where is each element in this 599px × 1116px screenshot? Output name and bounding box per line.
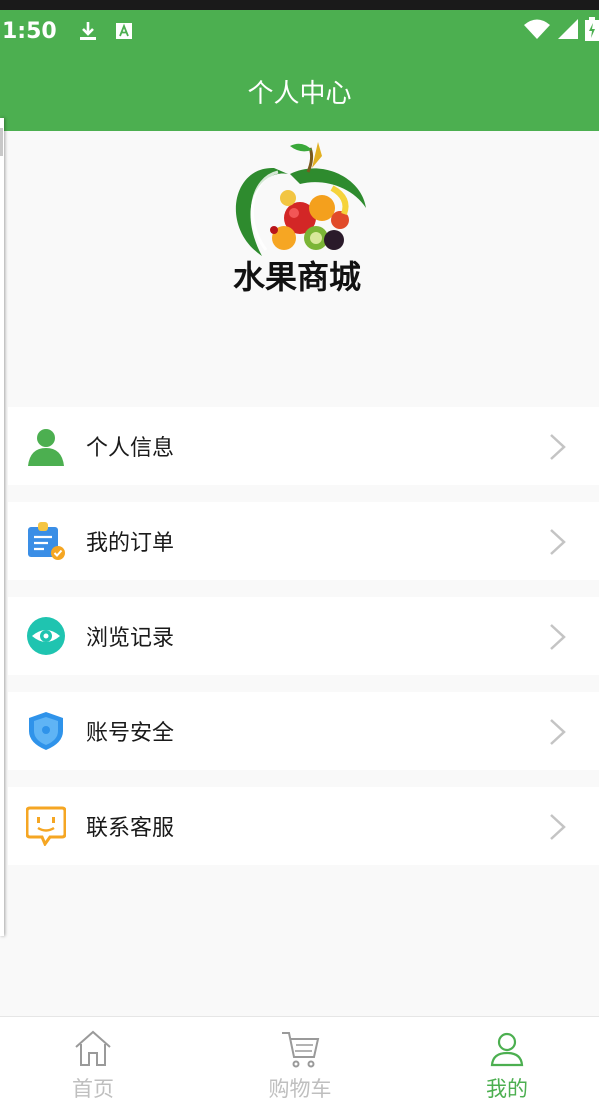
a-badge-icon (115, 22, 133, 40)
status-bar: 1:50 (0, 10, 599, 52)
tab-cart[interactable]: 购物车 (240, 1017, 360, 1116)
tab-label: 首页 (72, 1077, 114, 1101)
menu-item-label: 个人信息 (86, 436, 175, 461)
chevron-right-icon (545, 813, 569, 841)
signal-icon (557, 18, 579, 44)
menu-item-label: 浏览记录 (86, 626, 175, 651)
chevron-right-icon (545, 528, 569, 556)
tab-label: 购物车 (268, 1077, 332, 1101)
cart-icon (280, 1029, 320, 1069)
shield-icon (26, 711, 66, 751)
menu-item-account-security[interactable]: 账号安全 (8, 692, 599, 770)
tab-label: 我的 (486, 1077, 528, 1101)
app-bar: 个人中心 (0, 52, 599, 131)
home-icon (73, 1029, 113, 1069)
chevron-right-icon (545, 433, 569, 461)
menu-item-customer-service[interactable]: 联系客服 (8, 787, 599, 865)
customer-service-icon (25, 806, 67, 848)
side-drawer-edge[interactable] (0, 118, 4, 936)
menu-item-label: 我的订单 (86, 531, 175, 556)
user-icon (26, 426, 66, 466)
status-time: 1:50 (2, 18, 57, 44)
fruit-store-logo: 水果商城 (222, 138, 372, 298)
download-icon (77, 20, 99, 42)
profile-icon (487, 1029, 527, 1069)
menu-item-personal-info[interactable]: 个人信息 (8, 407, 599, 485)
menu-item-my-orders[interactable]: 我的订单 (8, 502, 599, 580)
menu-item-label: 联系客服 (86, 816, 175, 841)
logo-brand-text: 水果商城 (233, 258, 361, 296)
wifi-icon (523, 18, 551, 44)
battery-charging-icon (585, 17, 599, 45)
eye-icon (26, 616, 66, 656)
bottom-navigation: 首页 购物车 我的 (0, 1016, 599, 1116)
menu-item-browse-history[interactable]: 浏览记录 (8, 597, 599, 675)
chevron-right-icon (545, 623, 569, 651)
screen-top-edge (0, 0, 599, 10)
order-clipboard-icon (26, 521, 66, 561)
tab-home[interactable]: 首页 (33, 1017, 153, 1116)
menu-item-label: 账号安全 (86, 721, 175, 746)
page-title: 个人中心 (247, 79, 352, 109)
tab-profile[interactable]: 我的 (447, 1017, 567, 1116)
chevron-right-icon (545, 718, 569, 746)
